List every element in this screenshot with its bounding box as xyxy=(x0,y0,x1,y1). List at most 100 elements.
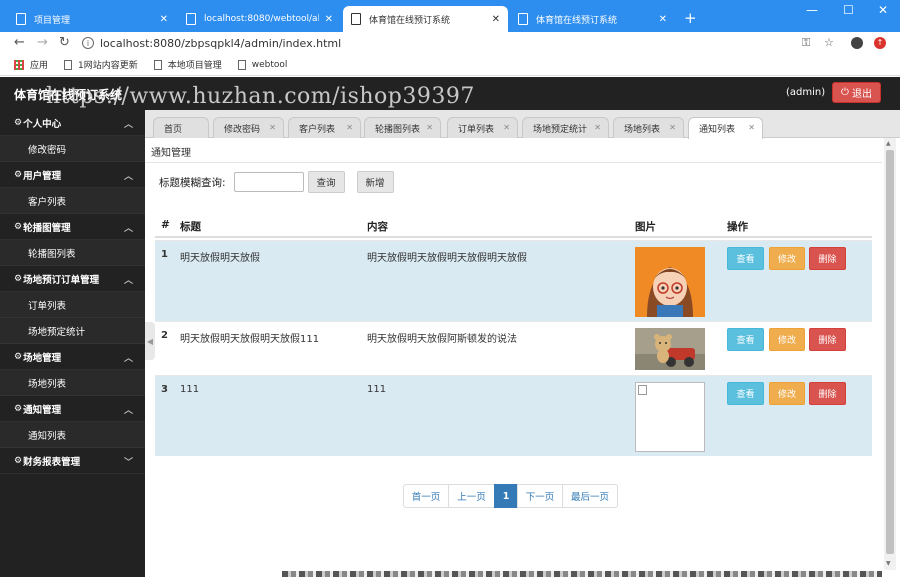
cartoon-girl-avatar-image xyxy=(635,247,705,317)
scroll-down-icon[interactable]: ▼ xyxy=(886,560,891,567)
bookmark-item[interactable]: webtool xyxy=(237,59,287,70)
url-field[interactable]: i localhost:8080/zbpsqpkl4/admin/index.h… xyxy=(82,34,792,52)
close-icon[interactable]: ✕ xyxy=(748,123,755,132)
edit-button[interactable]: 修改 xyxy=(769,247,805,270)
sidebar-item-notice-list[interactable]: 通知列表 xyxy=(0,422,145,448)
star-icon[interactable]: ☆ xyxy=(824,36,834,49)
delete-button[interactable]: 删除 xyxy=(809,328,846,351)
sidebar-group-finance[interactable]: ⚙ 财务报表管理 ﹀ xyxy=(0,448,145,474)
new-tab-icon[interactable]: + xyxy=(684,9,697,27)
sidebar-group-venues[interactable]: ⚙ 场地管理 ︿ xyxy=(0,344,145,370)
sidebar-group-carousel[interactable]: ⚙ 轮播图管理 ︿ xyxy=(0,214,145,240)
delete-button[interactable]: 删除 xyxy=(809,247,846,270)
page-1-button[interactable]: 1 xyxy=(494,484,518,508)
delete-button[interactable]: 删除 xyxy=(809,382,846,405)
sidebar-item-venue-list[interactable]: 场地列表 xyxy=(0,370,145,396)
logout-button[interactable]: ⏻ 退出 xyxy=(832,82,881,103)
browser-tab-title: 体育馆在线预订系统 xyxy=(369,15,451,26)
view-button[interactable]: 查看 xyxy=(727,328,764,351)
query-button[interactable]: 查询 xyxy=(307,171,345,193)
url-text: localhost:8080/zbpsqpkl4/admin/index.htm… xyxy=(100,36,342,50)
scrollbar[interactable]: ▲ ▼ xyxy=(884,138,896,570)
info-icon[interactable]: i xyxy=(82,37,94,49)
close-icon[interactable]: ✕ xyxy=(669,123,676,132)
reload-icon[interactable]: ↻ xyxy=(59,35,70,50)
bookmark-item[interactable]: 1网站内容更新 xyxy=(64,58,138,71)
close-icon[interactable]: ✕ xyxy=(659,14,667,25)
bookmark-label: 1网站内容更新 xyxy=(78,61,138,71)
close-icon[interactable]: ✕ xyxy=(492,14,500,25)
minimize-icon[interactable]: — xyxy=(806,3,818,17)
sidebar-group-notices[interactable]: ⚙ 通知管理 ︿ xyxy=(0,396,145,422)
sidebar-collapse-handle[interactable]: ◀ xyxy=(145,322,155,360)
tab-home[interactable]: 首页 xyxy=(153,117,209,138)
row-number: 2 xyxy=(161,330,168,341)
edit-button[interactable]: 修改 xyxy=(769,382,805,405)
broken-image-icon xyxy=(638,385,647,395)
bookmark-item[interactable]: 本地项目管理 xyxy=(153,58,222,71)
close-icon[interactable]: ✕ xyxy=(269,123,276,132)
sidebar-group-orders[interactable]: ⚙ 场地预订订单管理 ︿ xyxy=(0,266,145,292)
scroll-up-icon[interactable]: ▲ xyxy=(886,140,891,147)
browser-tab[interactable]: 体育馆在线预订系统 ✕ xyxy=(510,6,675,32)
tab-label: 客户列表 xyxy=(299,124,336,135)
tab-customers[interactable]: 客户列表 ✕ xyxy=(288,117,361,138)
tab-carousel-list[interactable]: 轮播图列表 ✕ xyxy=(364,117,441,138)
gears-icon: ⚙ xyxy=(14,351,23,362)
sidebar-item-label: 客户列表 xyxy=(28,196,67,208)
window-close-icon[interactable]: ✕ xyxy=(878,3,888,17)
tab-booking-stats[interactable]: 场地预定统计 ✕ xyxy=(522,117,609,138)
sidebar-item-change-password[interactable]: 修改密码 xyxy=(0,136,145,162)
close-icon[interactable]: ✕ xyxy=(346,123,353,132)
tab-change-password[interactable]: 修改密码 ✕ xyxy=(213,117,284,138)
sidebar-item-booking-stats[interactable]: 场地预定统计 xyxy=(0,318,145,344)
browser-tabbar: 项目管理 ✕ localhost:8080/webtool/all/ind ✕ … xyxy=(0,0,900,32)
sidebar-item-customers[interactable]: 客户列表 xyxy=(0,188,145,214)
edit-button[interactable]: 修改 xyxy=(769,328,805,351)
close-icon[interactable]: ✕ xyxy=(160,14,168,25)
title-search-input[interactable] xyxy=(233,172,304,192)
view-button[interactable]: 查看 xyxy=(727,382,764,405)
page-tab-strip: 首页 修改密码 ✕ 客户列表 ✕ 轮播图列表 ✕ 订单列表 ✕ 场地预定统计 ✕… xyxy=(145,110,900,139)
gears-icon: ⚙ xyxy=(14,169,23,180)
sidebar-item-carousel-list[interactable]: 轮播图列表 xyxy=(0,240,145,266)
bookmark-apps[interactable]: 应用 xyxy=(14,58,48,71)
browser-tab[interactable]: 项目管理 ✕ xyxy=(8,6,176,32)
page-icon xyxy=(351,13,361,25)
column-header: 图片 xyxy=(635,221,656,233)
last-page-button[interactable]: 最后一页 xyxy=(562,484,618,508)
close-icon[interactable]: ✕ xyxy=(503,123,510,132)
key-icon[interactable]: ⚿ xyxy=(802,36,810,50)
forward-arrow-icon[interactable]: → xyxy=(37,35,48,50)
view-button[interactable]: 查看 xyxy=(727,247,764,270)
scrollbar-thumb[interactable] xyxy=(886,150,894,554)
profile-avatar-icon[interactable] xyxy=(851,37,863,49)
extension-icon[interactable]: ↑ xyxy=(874,37,886,49)
add-button[interactable]: 新增 xyxy=(356,171,394,193)
close-icon[interactable]: ✕ xyxy=(325,14,333,25)
close-icon[interactable]: ✕ xyxy=(594,123,601,132)
sidebar-group-users[interactable]: ⚙ 用户管理 ︿ xyxy=(0,162,145,188)
browser-tab[interactable]: localhost:8080/webtool/all/ind ✕ xyxy=(178,6,341,32)
chevron-up-icon: ︿ xyxy=(123,406,133,416)
sidebar-group-label: 轮播图管理 xyxy=(23,222,71,234)
sidebar-item-order-list[interactable]: 订单列表 xyxy=(0,292,145,318)
tab-venue-list[interactable]: 场地列表 ✕ xyxy=(613,117,684,138)
next-page-button[interactable]: 下一页 xyxy=(517,484,563,508)
first-page-button[interactable]: 首一页 xyxy=(403,484,449,508)
browser-tab-title: 体育馆在线预订系统 xyxy=(536,15,618,26)
maximize-icon[interactable]: ☐ xyxy=(843,3,854,17)
browser-tab-active[interactable]: 体育馆在线预订系统 ✕ xyxy=(343,6,508,32)
sidebar-group-personal[interactable]: ⚙ 个人中心 ︿ xyxy=(0,110,145,136)
tab-notice-list[interactable]: 通知列表 ✕ xyxy=(688,117,763,139)
browser-tab-title: 项目管理 xyxy=(34,15,71,26)
broken-image xyxy=(635,382,705,452)
tab-label: 修改密码 xyxy=(224,124,261,135)
prev-page-button[interactable]: 上一页 xyxy=(448,484,495,508)
tab-order-list[interactable]: 订单列表 ✕ xyxy=(447,117,518,138)
tab-label: 场地预定统计 xyxy=(533,124,588,135)
back-arrow-icon[interactable]: ← xyxy=(14,35,25,50)
sidebar-group-label: 用户管理 xyxy=(23,170,62,182)
close-icon[interactable]: ✕ xyxy=(426,123,433,132)
sidebar-item-label: 轮播图列表 xyxy=(28,248,76,260)
